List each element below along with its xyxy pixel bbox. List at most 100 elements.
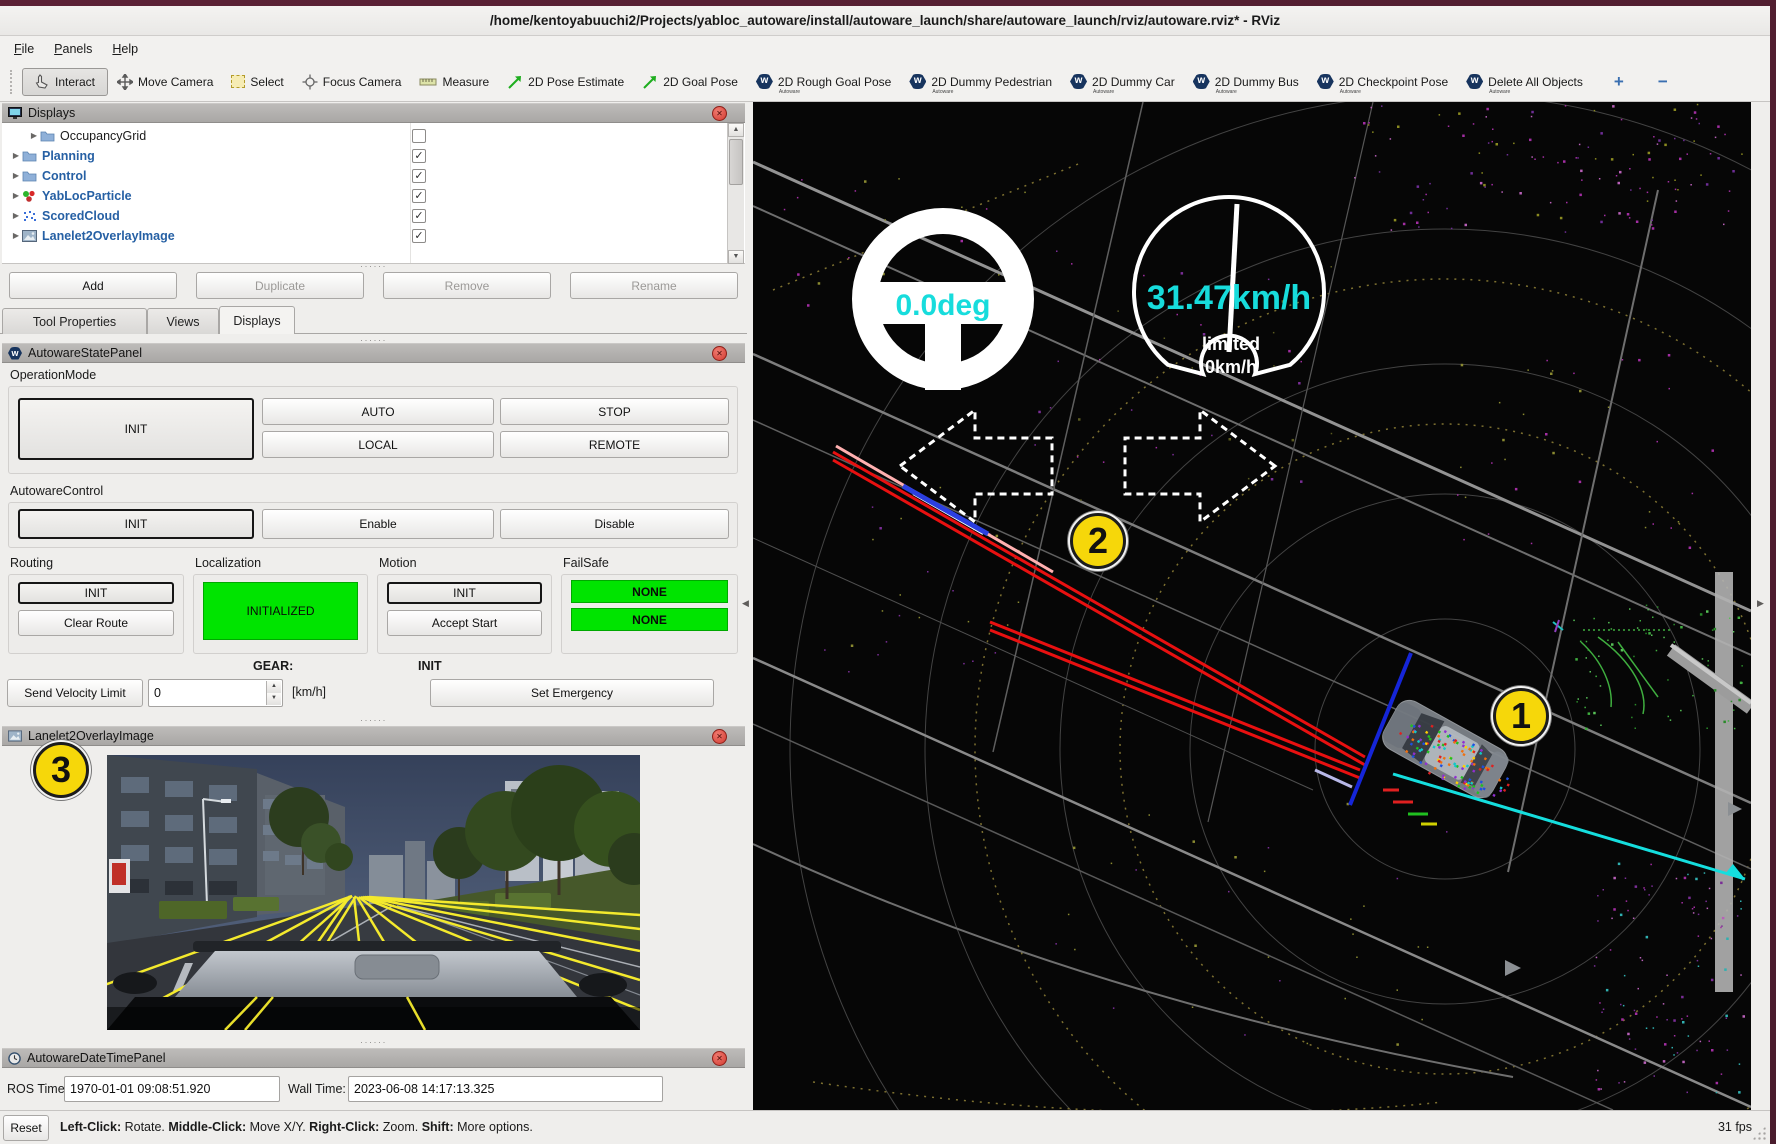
close-icon[interactable]: ✕ (712, 346, 727, 361)
expander-icon[interactable]: ▶ (10, 151, 22, 160)
close-icon[interactable]: ✕ (712, 1051, 727, 1066)
ros-time-field[interactable]: 1970-01-01 09:08:51.920 (64, 1076, 280, 1102)
autoware-control-enable-button[interactable]: Enable (262, 509, 494, 539)
tool-measure[interactable]: Measure (410, 71, 498, 93)
displays-panel-header[interactable]: Displays ✕ (2, 103, 745, 123)
set-emergency-button[interactable]: Set Emergency (430, 679, 714, 707)
overlay-image-panel-header[interactable]: Lanelet2OverlayImage ✕ (2, 726, 745, 746)
displays-tree: ▶ OccupancyGrid ▶ Planning ✓ ▶ Control ✓… (2, 123, 745, 264)
reset-button[interactable]: Reset (3, 1115, 49, 1141)
expander-icon[interactable]: ▶ (10, 211, 22, 220)
operation-mode-label: OperationMode (10, 368, 96, 382)
accept-start-button[interactable]: Accept Start (387, 610, 542, 636)
expander-icon[interactable]: ▶ (28, 131, 40, 140)
tool-2d-checkpoint-pose[interactable]: w 2D Checkpoint Pose Autoware (1308, 70, 1457, 93)
add-tool-button[interactable]: + (1606, 72, 1632, 92)
operation-mode-init-button[interactable]: INIT (18, 398, 254, 460)
checkbox[interactable]: ✓ (412, 169, 426, 183)
checkbox[interactable] (412, 129, 426, 143)
autoware-control-label: AutowareControl (10, 484, 103, 498)
folder-icon (22, 150, 37, 162)
autoware-logo-icon: w (1466, 74, 1483, 89)
expander-icon[interactable]: ▶ (10, 231, 22, 240)
speed-limit-value: 0km/h (1205, 357, 1257, 377)
splitter-handle[interactable]: ······ (0, 1039, 747, 1045)
particles-icon (22, 190, 37, 202)
datetime-panel-header[interactable]: AutowareDateTimePanel ✕ (2, 1048, 745, 1068)
autoware-state-panel-header[interactable]: w AutowareStatePanel ✕ (2, 343, 745, 363)
tool-delete-all-objects[interactable]: w Delete All Objects Autoware (1457, 70, 1592, 93)
rename-display-button[interactable]: Rename (570, 272, 738, 299)
send-velocity-limit-button[interactable]: Send Velocity Limit (7, 679, 143, 707)
clear-route-button[interactable]: Clear Route (18, 610, 174, 636)
tree-scrollbar[interactable]: ▲ ▼ (727, 123, 744, 264)
scrollbar-thumb[interactable] (729, 139, 743, 185)
title-bar[interactable]: /home/kentoyabuuchi2/Projects/yabloc_aut… (0, 6, 1770, 36)
tree-row-planning[interactable]: ▶ Planning ✓ (2, 146, 728, 165)
autoware-logo-icon: w (1193, 74, 1210, 89)
folder-icon (22, 170, 37, 182)
menu-panels[interactable]: Panels (44, 39, 102, 59)
tree-row-scoredcloud[interactable]: ▶ ScoredCloud ✓ (2, 206, 728, 225)
green-arrow-icon (507, 74, 523, 90)
close-icon[interactable]: ✕ (712, 106, 727, 121)
expander-icon[interactable]: ▶ (10, 191, 22, 200)
tree-row-lanelet2overlayimage[interactable]: ▶ Lanelet2OverlayImage ✓ (2, 226, 728, 245)
splitter-collapse-right-icon[interactable]: ▶ (1757, 598, 1764, 609)
tab-tool-properties[interactable]: Tool Properties (2, 308, 147, 334)
duplicate-display-button[interactable]: Duplicate (196, 272, 364, 299)
tool-select[interactable]: Select (222, 71, 292, 93)
autoware-control-init-button[interactable]: INIT (18, 509, 254, 539)
green-arrow-icon (642, 74, 658, 90)
resize-grip[interactable] (1752, 1126, 1766, 1140)
tool-2d-goal-pose[interactable]: 2D Goal Pose (633, 70, 747, 94)
menu-file[interactable]: File (4, 39, 44, 59)
tree-row-control[interactable]: ▶ Control ✓ (2, 166, 728, 185)
localization-state-badge: INITIALIZED (203, 582, 358, 640)
move-camera-icon (117, 74, 133, 90)
operation-mode-stop-button[interactable]: STOP (500, 398, 729, 425)
operation-mode-remote-button[interactable]: REMOTE (500, 431, 729, 458)
tool-2d-rough-goal-pose[interactable]: w 2D Rough Goal Pose Autoware (747, 70, 900, 93)
tool-2d-dummy-bus[interactable]: w 2D Dummy Bus Autoware (1184, 70, 1308, 93)
tree-row-occupancygrid[interactable]: ▶ OccupancyGrid (2, 126, 728, 145)
expander-icon[interactable]: ▶ (10, 171, 22, 180)
splitter-collapse-left-icon[interactable]: ◀ (742, 598, 749, 609)
tool-move-camera[interactable]: Move Camera (108, 70, 222, 94)
routing-label: Routing (10, 556, 53, 570)
tab-views[interactable]: Views (147, 308, 219, 334)
autoware-control-disable-button[interactable]: Disable (500, 509, 729, 539)
scroll-up-icon[interactable]: ▲ (728, 123, 744, 137)
tool-2d-dummy-pedestrian[interactable]: w 2D Dummy Pedestrian Autoware (900, 70, 1061, 93)
operation-mode-auto-button[interactable]: AUTO (262, 398, 494, 425)
scroll-down-icon[interactable]: ▼ (728, 250, 744, 264)
splitter-handle[interactable]: ······ (0, 717, 747, 723)
checkbox[interactable]: ✓ (412, 189, 426, 203)
splitter-handle[interactable]: ······ (0, 263, 747, 269)
remove-display-button[interactable]: Remove (383, 272, 551, 299)
checkbox[interactable]: ✓ (412, 209, 426, 223)
operation-mode-local-button[interactable]: LOCAL (262, 431, 494, 458)
checkbox[interactable]: ✓ (412, 149, 426, 163)
checkbox[interactable]: ✓ (412, 229, 426, 243)
close-icon[interactable]: ✕ (712, 729, 727, 744)
viewport-canvas[interactable]: 0.0deg 31.47km/h limited 0km/h 2 1 (753, 102, 1751, 1110)
tool-focus-camera[interactable]: Focus Camera (293, 70, 411, 94)
add-display-button[interactable]: Add (9, 272, 177, 299)
velocity-limit-spinner[interactable]: 0 ▲ ▼ (148, 679, 283, 707)
remove-tool-button[interactable]: − (1650, 72, 1676, 92)
tab-displays[interactable]: Displays (219, 306, 295, 334)
spin-down-icon[interactable]: ▼ (266, 693, 281, 705)
velocity-unit-label: [km/h] (292, 685, 326, 699)
menu-help[interactable]: Help (102, 39, 148, 59)
tool-2d-dummy-car[interactable]: w 2D Dummy Car Autoware (1061, 70, 1184, 93)
tree-row-yablocparticle[interactable]: ▶ YabLocParticle ✓ (2, 186, 728, 205)
folder-icon (40, 130, 55, 142)
tool-2d-pose-estimate[interactable]: 2D Pose Estimate (498, 70, 633, 94)
tool-interact[interactable]: Interact (22, 68, 108, 96)
wall-time-field[interactable]: 2023-06-08 14:17:13.325 (348, 1076, 663, 1102)
speed-value: 31.47km/h (1147, 279, 1311, 317)
toolbar-grip[interactable] (10, 70, 14, 94)
focus-camera-icon (302, 74, 318, 90)
spin-up-icon[interactable]: ▲ (266, 681, 281, 693)
